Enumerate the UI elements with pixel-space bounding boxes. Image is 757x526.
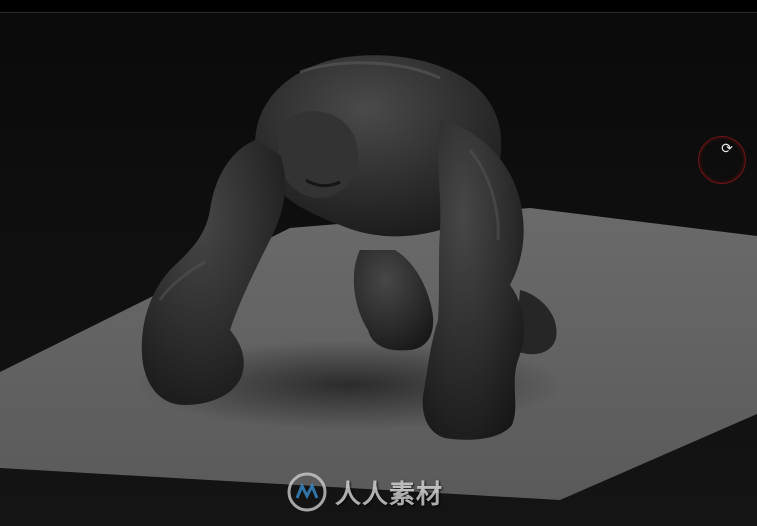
watermark: 人人素材 <box>285 470 443 514</box>
rotate-icon[interactable]: ⟳ <box>720 141 734 155</box>
cg-logo-icon <box>287 472 327 512</box>
rotate-view-widget[interactable]: ⟳ <box>698 136 746 184</box>
scene-render <box>0 55 757 500</box>
watermark-text: 人人素材 <box>335 479 444 510</box>
3d-viewport[interactable]: ⟳ 人人素材 <box>0 0 757 526</box>
